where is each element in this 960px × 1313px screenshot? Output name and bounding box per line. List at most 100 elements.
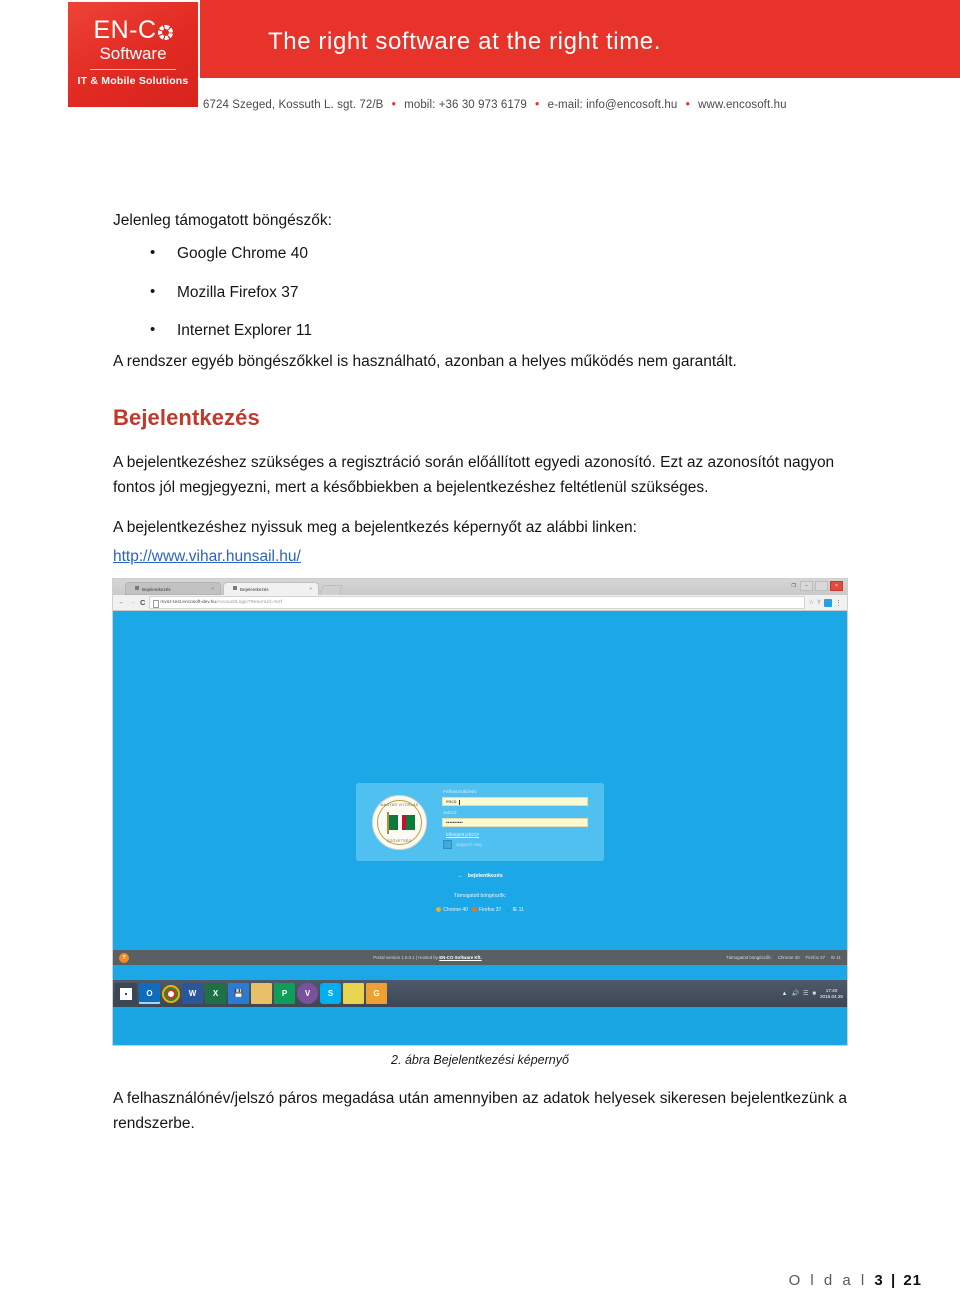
tab-close-icon[interactable]: × — [211, 586, 214, 591]
paragraph-1: A bejelentkezéshez szükséges a regisztrá… — [113, 454, 835, 497]
firefox-icon — [472, 907, 478, 912]
tray-battery-icon[interactable]: ■ — [812, 991, 816, 997]
site-footer-bar: ? Portal version 1.0.0.1 | Hosted by EN-… — [113, 950, 847, 965]
login-form-panel: MAGYAR VITORLÁS SZÖVETSÉG Felhasználónév… — [356, 783, 604, 861]
username-value: enco — [446, 800, 457, 805]
page-footer-separator: | — [890, 1272, 897, 1289]
windows-taskbar: O W X 💾 P V S G ▲ 🔊 ☰ ■ 17:40 2015.04.26 — [113, 980, 847, 1007]
header-contact-line: 6724 Szeged, Kossuth L. sgt. 72/B • mobi… — [203, 99, 787, 111]
ie-label: IE 11 — [512, 907, 524, 913]
contact-address: 6724 Szeged, Kossuth L. sgt. 72/B — [203, 99, 384, 111]
page-header-banner: EN-C Software IT & Mobile Solutions The … — [0, 0, 960, 130]
viber-icon[interactable]: V — [297, 983, 318, 1004]
intro-heading-block: Jelenleg támogatott böngészők: — [113, 208, 847, 233]
contact-mobile: mobil: +36 30 973 6179 — [404, 99, 527, 111]
logo-main-text: EN-C — [93, 16, 157, 44]
mvsz-crest-icon: MAGYAR VITORLÁS SZÖVETSÉG — [372, 795, 427, 850]
login-url-link[interactable]: http://www.vihar.hunsail.hu/ — [113, 548, 301, 565]
help-icon[interactable]: ? — [119, 952, 129, 963]
forgot-password-link[interactable]: Elfelejtett jelszó? — [446, 832, 590, 837]
tray-expand-icon[interactable]: ▲ — [782, 991, 788, 997]
tray-network-icon[interactable]: ☰ — [803, 990, 808, 997]
header-slogan: The right software at the right time. — [268, 28, 662, 55]
contact-email: e-mail: info@encosoft.hu — [547, 99, 678, 111]
paragraph-3-block: A felhasználónév/jelszó páros megadása u… — [113, 1086, 847, 1136]
text-caret — [459, 799, 460, 805]
remember-me-checkbox[interactable] — [443, 840, 452, 849]
paragraph-1-block: A bejelentkezéshez szükséges a regisztrá… — [113, 450, 847, 500]
figure-caption: 2. ábra Bejelentkezési képernyő — [391, 1053, 569, 1067]
folder-icon[interactable] — [251, 983, 272, 1004]
portal-version-label: Portal version 1.0.0.1 | Hosted by — [373, 955, 440, 960]
crest-flag — [389, 814, 415, 831]
list-item: Internet Explorer 11 — [150, 321, 847, 341]
outlook-icon[interactable]: O — [139, 983, 160, 1004]
profile-icon[interactable] — [824, 598, 832, 607]
skype-icon[interactable]: S — [320, 983, 341, 1004]
crest-bottom-text: SZÖVETSÉG — [387, 839, 412, 843]
back-icon[interactable]: ← — [118, 599, 125, 606]
footer-firefox-label: Firefox 37 — [805, 955, 826, 960]
reload-icon[interactable]: C — [140, 599, 145, 607]
login-link-block[interactable]: http://www.vihar.hunsail.hu/ — [113, 548, 847, 566]
contact-separator-icon: • — [535, 99, 540, 111]
window-controls: ❐ – × — [790, 581, 843, 591]
list-item: Mozilla Firefox 37 — [150, 283, 847, 303]
footer-supported-label: Támogatott böngészők: — [725, 955, 772, 960]
section-heading-block: Bejelentkezés — [113, 405, 847, 431]
window-restore-icon[interactable]: ❐ — [790, 583, 798, 589]
page-total: 21 — [903, 1272, 922, 1289]
ie-icon — [504, 906, 512, 913]
publisher-icon[interactable]: P — [274, 983, 295, 1004]
password-input[interactable]: •••••••••• — [442, 818, 588, 827]
login-submit-button[interactable]: → bejelentkezés — [356, 873, 604, 879]
url-path: /Account/Login?ReturnUrl=%2f — [216, 600, 283, 605]
contact-website: www.encosoft.hu — [698, 99, 787, 111]
notes-icon[interactable] — [343, 983, 364, 1004]
window-close-button[interactable]: × — [830, 581, 843, 591]
login-submit-label: bejelentkezés — [467, 873, 503, 879]
chrome-icon[interactable] — [162, 985, 180, 1003]
browser-toolbar: ← → C mvsz-test.encosoft-dev.hu/Account/… — [113, 595, 847, 611]
url-host: mvsz-test.encosoft-dev.hu — [160, 600, 217, 605]
logo-wordmark: EN-C — [93, 16, 173, 44]
tray-time: 17:40 — [825, 987, 838, 993]
arrow-right-icon: → — [457, 873, 463, 879]
windows-start-icon[interactable] — [115, 982, 137, 1005]
paragraph-2: A bejelentkezéshez nyissuk meg a bejelen… — [113, 519, 637, 536]
tab-favicon-icon — [233, 586, 237, 590]
bookmark-star-icon[interactable]: ☆ — [809, 599, 814, 606]
remember-me-row[interactable]: Jegyezz meg — [443, 840, 590, 849]
tray-volume-icon[interactable]: 🔊 — [792, 990, 799, 997]
logo-tagline: IT & Mobile Solutions — [77, 75, 189, 87]
taskbar-clock[interactable]: 17:40 2015.04.26 — [820, 988, 843, 999]
portal-host-link[interactable]: EN-CO Software Kft. — [439, 955, 481, 960]
logo-divider — [90, 69, 176, 70]
enco-circle-icon — [157, 25, 173, 40]
browser-menu-icon[interactable]: ⋮ — [835, 599, 842, 607]
tab-favicon-icon — [135, 586, 139, 590]
logo-sub-text: Software — [99, 44, 167, 63]
save-icon[interactable]: 💾 — [228, 983, 249, 1004]
figure-login-screenshot: Bejelentkezés × Bejelentkezés × ❐ – × ← … — [112, 578, 848, 1046]
window-minimize-button[interactable]: – — [800, 581, 813, 591]
page-footer-label: O l d a l — [788, 1272, 868, 1289]
footer-chrome-label: Chrome 40 — [777, 955, 800, 960]
portal-version-text: Portal version 1.0.0.1 | Hosted by EN-CO… — [129, 955, 726, 960]
orange-app-icon[interactable]: G — [366, 983, 387, 1004]
page-number: 3 — [874, 1272, 884, 1289]
word-icon[interactable]: W — [182, 983, 203, 1004]
browser-tab-inactive[interactable]: Bejelentkezés × — [125, 582, 221, 595]
remember-me-label: Jegyezz meg — [456, 842, 482, 847]
extension-icon[interactable]: Y — [817, 600, 821, 606]
intro-heading: Jelenleg támogatott böngészők: — [113, 212, 332, 229]
browser-tab-active[interactable]: Bejelentkezés × — [223, 582, 319, 595]
username-input[interactable]: enco — [442, 797, 588, 806]
forward-icon[interactable]: → — [129, 599, 136, 606]
supported-browsers-icons: Chrome 40 Firefox 37 IE 11 — [356, 906, 604, 913]
tab-close-icon[interactable]: × — [309, 586, 312, 591]
page-footer: O l d a l 3 | 21 — [0, 1272, 960, 1289]
excel-icon[interactable]: X — [205, 983, 226, 1004]
address-bar[interactable]: mvsz-test.encosoft-dev.hu/Account/Login?… — [149, 596, 805, 609]
window-maximize-button[interactable] — [815, 581, 828, 591]
